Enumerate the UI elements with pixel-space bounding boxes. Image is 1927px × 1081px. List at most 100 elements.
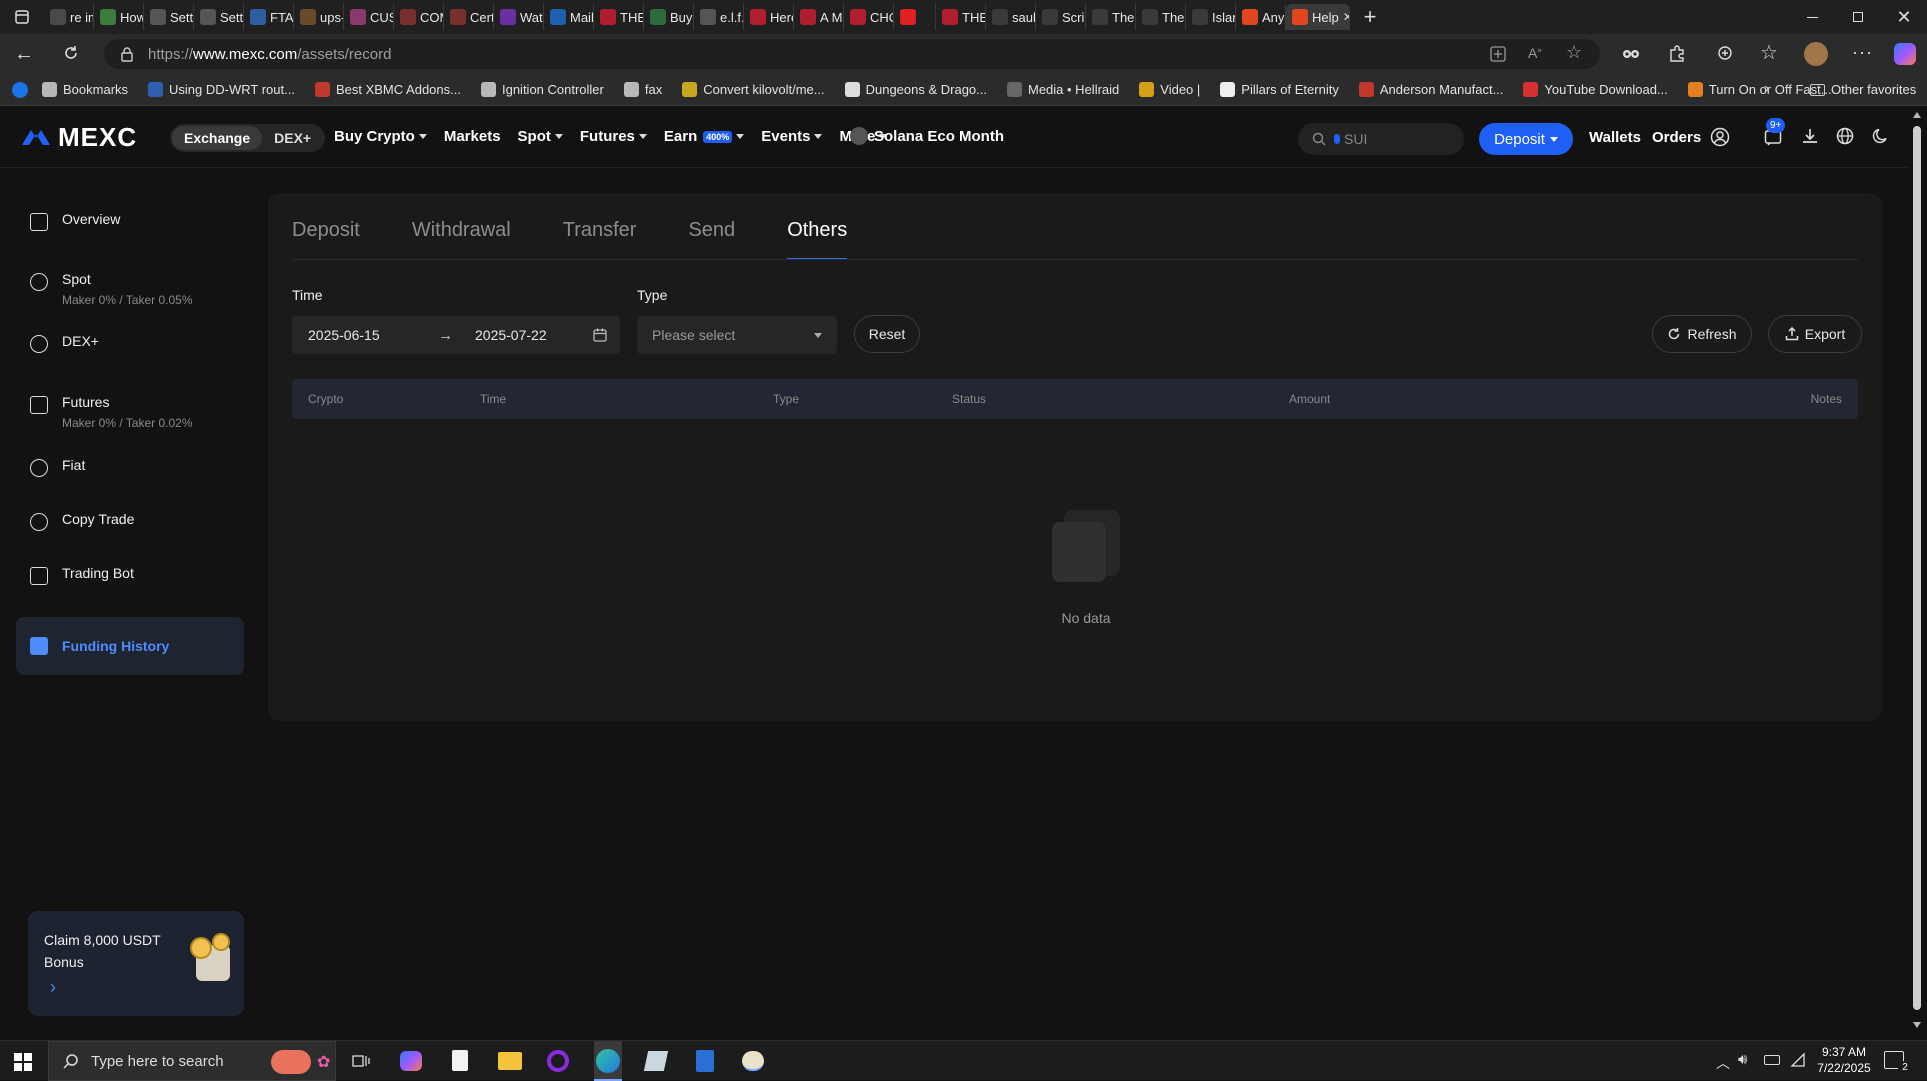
bookmark-item[interactable]: Best XBMC Addons... [305,82,471,97]
taskbar-search-box[interactable]: Type here to search ✿ [48,1041,336,1081]
maximize-icon[interactable] [1835,0,1881,34]
scroll-up-arrow[interactable] [1913,112,1921,118]
nav-events[interactable]: Events [761,128,823,145]
browser-tab[interactable]: The S [1136,4,1186,30]
copilot-taskbar-icon[interactable] [400,1051,422,1071]
url-bar[interactable]: https://www.mexc.com/assets/record A» ☆ [104,39,1600,69]
browser-tab[interactable]: Scrip [1036,4,1086,30]
minimize-icon[interactable] [1789,0,1835,34]
browser-tab[interactable]: THE [594,4,644,30]
browser-tab[interactable]: re im [44,4,94,30]
scroll-down-arrow[interactable] [1913,1022,1921,1028]
browser-tab[interactable]: FTA C [244,4,294,30]
extensions-puzzle-icon[interactable] [1668,44,1686,62]
split-screen-icon[interactable] [1716,44,1734,62]
browser-tab[interactable]: Buyir [644,4,694,30]
tab-transfer[interactable]: Transfer [563,219,637,260]
dex-plus-toggle[interactable]: DEX+ [262,126,323,150]
close-tab-icon[interactable]: ✕ [1343,10,1349,24]
browser-tab[interactable]: Anyo [1236,4,1286,30]
tab-others[interactable]: Others [787,219,848,260]
reload-icon[interactable] [62,44,80,62]
browser-tab[interactable]: sault [986,4,1036,30]
date-to-input[interactable]: 2025-07-22 [475,327,547,343]
browser-tab[interactable]: ups-c [294,4,344,30]
bookmark-item[interactable]: YouTube Download... [1513,82,1677,97]
browser-tab[interactable]: CUSI [344,4,394,30]
browser-tab[interactable]: CHO [844,4,894,30]
browser-tab[interactable]: Help ✕ [1286,4,1350,30]
sidebar-item-copy-trade[interactable]: Copy Trade [16,501,244,541]
clock[interactable]: 9:37 AM 7/22/2025 [1812,1044,1876,1076]
wifi-icon[interactable] [1790,1052,1806,1068]
scroll-thumb[interactable] [1913,126,1921,1010]
bookmark-item[interactable]: Convert kilovolt/me... [672,82,834,97]
mexc-logo[interactable]: MEXC [20,124,137,150]
copilot-icon[interactable] [1894,43,1916,65]
battery-icon[interactable] [1764,1055,1780,1065]
tab-deposit[interactable]: Deposit [292,219,360,260]
browser-tab[interactable]: Islan [1186,4,1236,30]
show-hidden-icons[interactable]: ︿ [1716,1053,1730,1073]
browser-tab[interactable]: Here [744,4,794,30]
browser-tab[interactable]: THEI [936,4,986,30]
bookmark-item[interactable]: Media • Hellraid [997,82,1129,97]
download-icon[interactable] [1801,127,1819,145]
volume-icon[interactable]: 🔊︎ [1738,1051,1747,1068]
nav-markets[interactable]: Markets [444,128,501,145]
sidebar-item-trading-bot[interactable]: Trading Bot [16,555,244,595]
read-aloud-icon[interactable]: A» [1528,45,1542,61]
browser-tab[interactable]: Setti [194,4,244,30]
dark-mode-icon[interactable] [1872,127,1890,145]
favorite-star-icon[interactable]: ☆ [1566,42,1582,63]
globe-icon[interactable] [1836,127,1854,145]
bookmark-item[interactable]: Dungeons & Drago... [835,82,997,97]
back-icon[interactable]: ← [14,44,34,64]
browser-tab[interactable]: COM [394,4,444,30]
deposit-button[interactable]: Deposit [1479,123,1573,155]
bookmark-item[interactable]: fax [614,82,672,97]
orders-link[interactable]: Orders [1652,129,1701,146]
close-window-icon[interactable]: ✕ [1881,0,1927,34]
bookmark-item[interactable]: Anderson Manufact... [1349,82,1514,97]
nav-futures[interactable]: Futures [580,128,647,145]
user-icon[interactable] [1710,127,1730,147]
sidebar-item-spot[interactable]: Spot Maker 0% / Taker 0.05% [16,261,244,317]
reset-button[interactable]: Reset [854,315,920,353]
bookmark-item[interactable]: Ignition Controller [471,82,614,97]
app-icon[interactable] [643,1051,669,1071]
other-favorites[interactable]: Other favorites [1800,82,1926,97]
chevron-right-icon[interactable]: › [50,977,56,998]
windows-start-icon[interactable] [14,1053,32,1071]
nav-spot[interactable]: Spot [518,128,563,145]
task-view-icon[interactable] [352,1053,370,1069]
app-available-icon[interactable] [1490,46,1506,62]
browser-tab[interactable]: Certi [444,4,494,30]
export-button[interactable]: Export [1768,315,1862,353]
sidebar-item-overview[interactable]: Overview [16,201,244,241]
promo-card[interactable]: Claim 8,000 USDT Bonus › [28,911,244,1016]
edge-icon[interactable] [594,1041,622,1081]
bookmarks-overflow-icon[interactable]: › [1764,80,1769,98]
extension-icon[interactable] [1622,46,1640,62]
circle-app-icon[interactable] [547,1050,569,1072]
promo-solana[interactable]: Solana Eco Month [850,127,1004,145]
date-from-input[interactable]: 2025-06-15 [308,327,380,343]
tab-withdrawal[interactable]: Withdrawal [412,219,511,260]
nav-buy-crypto[interactable]: Buy Crypto [334,128,427,145]
browser-tab[interactable]: How [94,4,144,30]
sidebar-item-futures[interactable]: Futures Maker 0% / Taker 0.02% [16,384,244,440]
paint-icon[interactable] [742,1051,764,1071]
browser-tab[interactable]: e.l.f. [694,4,744,30]
more-menu-icon[interactable]: ··· [1852,42,1873,63]
browser-tab[interactable]: Watc [494,4,544,30]
favorites-icon[interactable]: ☆ [1760,40,1778,65]
page-scrollbar[interactable] [1907,106,1927,1040]
calendar-icon[interactable] [592,327,608,343]
bookmark-item[interactable]: Pillars of Eternity [1210,82,1349,97]
browser-tab[interactable]: Mail [544,4,594,30]
nav-earn[interactable]: Earn 400% [664,128,745,145]
new-tab-icon[interactable]: + [1350,0,1390,34]
bookmark-item[interactable]: Video | [1129,82,1210,97]
bookmarks-app-icon[interactable] [12,81,28,98]
